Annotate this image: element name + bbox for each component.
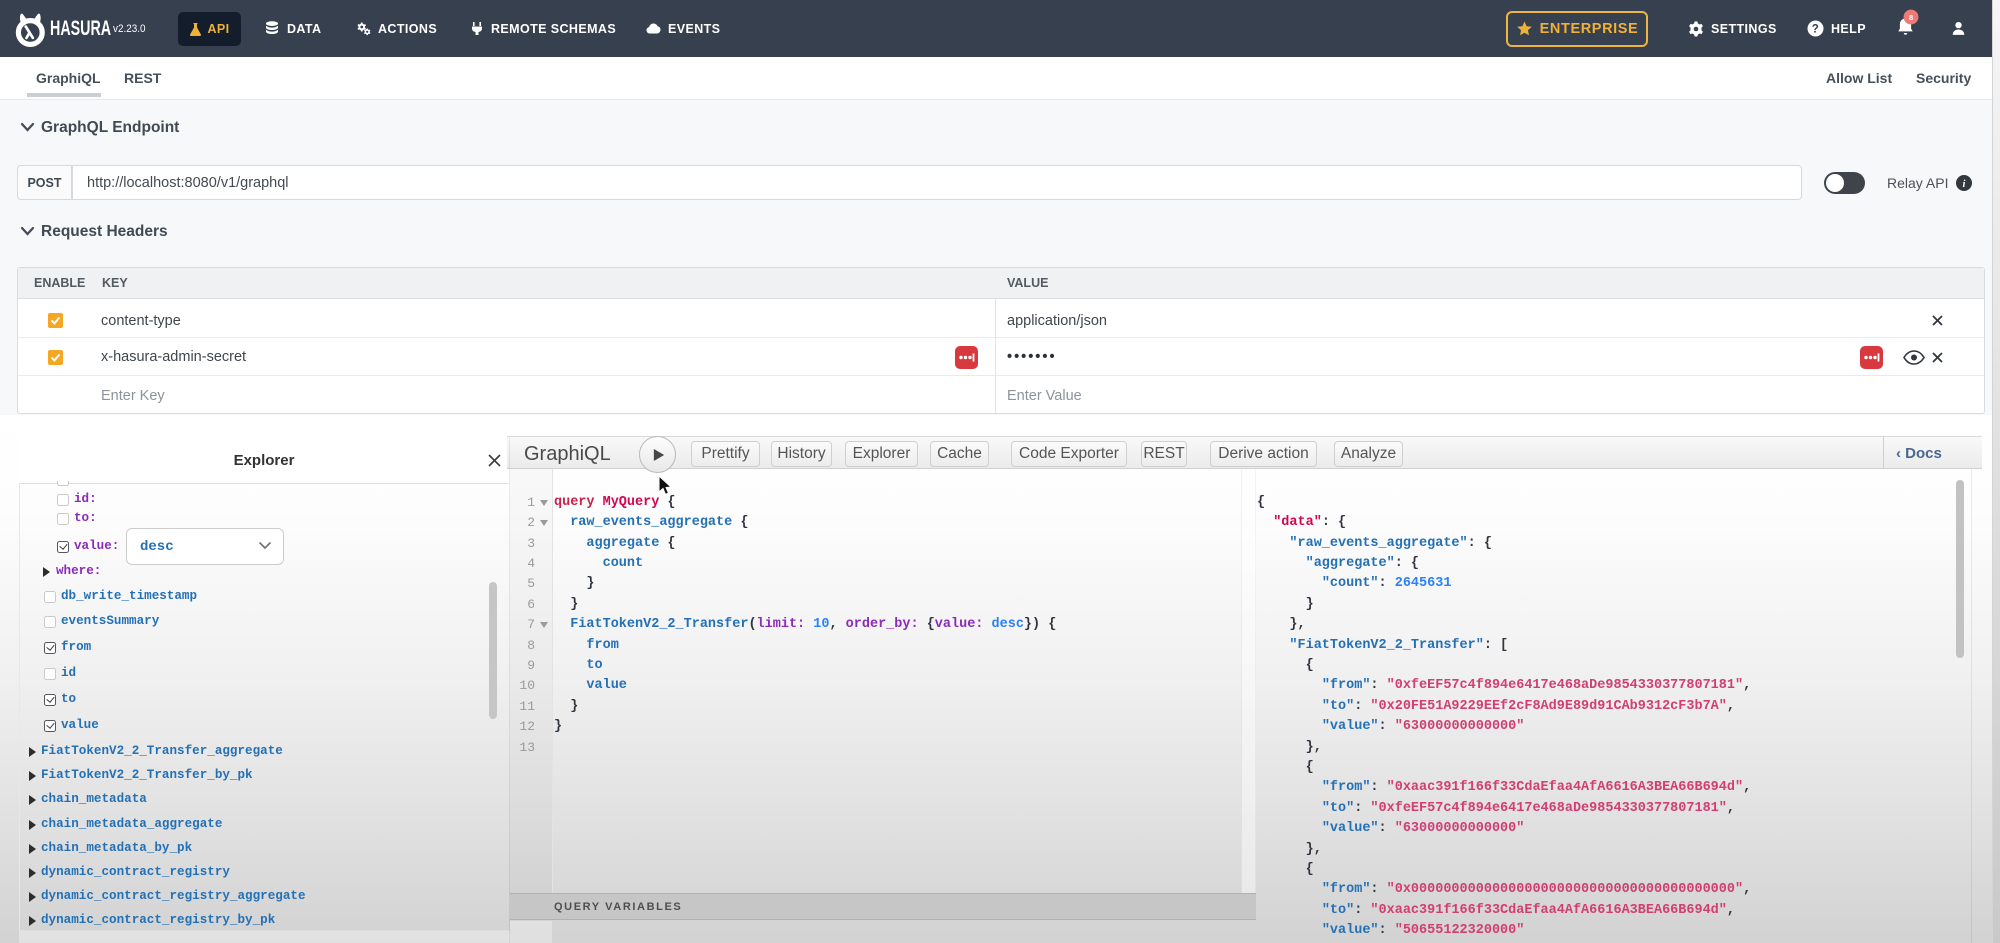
svg-text:?: ?: [1812, 23, 1819, 35]
svg-text:i: i: [1963, 179, 1966, 190]
svg-text:8: 8: [1909, 13, 1913, 22]
